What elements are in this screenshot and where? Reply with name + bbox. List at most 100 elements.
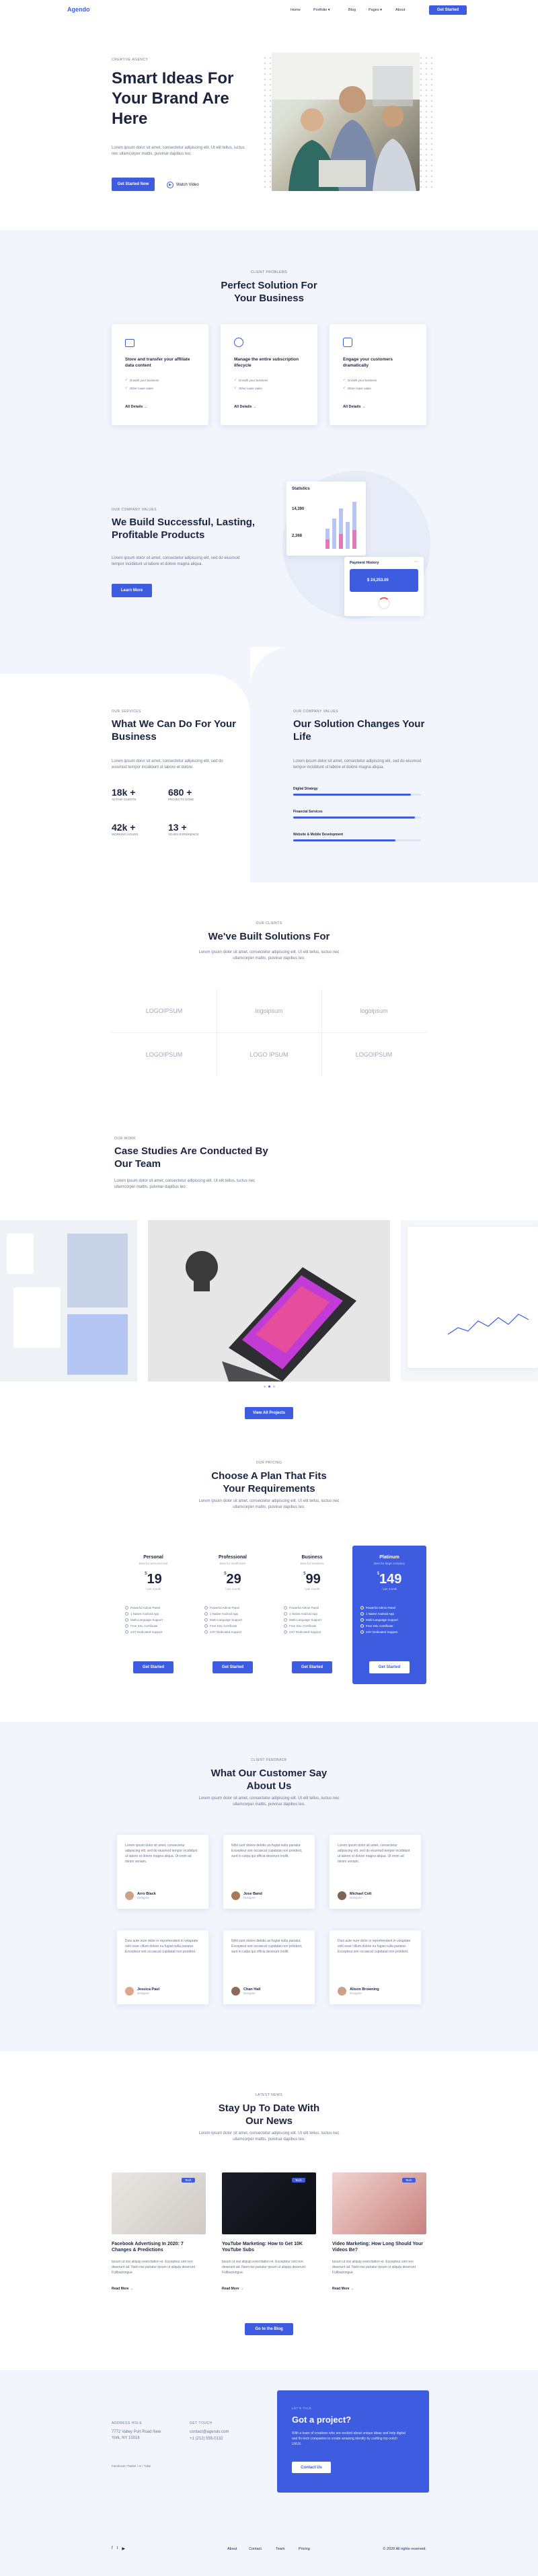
footer-link-contact[interactable]: Contact — [249, 2547, 262, 2551]
plan-feature-label: Multi-Language Support — [130, 1618, 163, 1622]
plan-feature-label: Powerful Admin Panel — [210, 1606, 240, 1609]
go-to-blog-button[interactable]: Go to the Blog — [245, 2323, 293, 2335]
check-circle-icon — [284, 1606, 287, 1609]
site-logo[interactable]: Agendo — [67, 6, 90, 13]
plan-feature-label: Multi-Language Support — [289, 1618, 322, 1622]
stat-label: YEARS EXPERIENCE — [168, 833, 199, 836]
skill-fill — [293, 839, 395, 841]
pricing-body: Lorem ipsum dolor sit amet, consectetur … — [198, 1499, 340, 1510]
testimonials-title: What Our Customer Say About Us — [210, 1768, 328, 1792]
read-more-link[interactable]: Read More → — [222, 2287, 243, 2291]
nav-link-blog[interactable]: Blog — [348, 8, 356, 12]
hero-watch-video-button[interactable]: ▶ Watch Video — [167, 182, 199, 188]
news-card[interactable]: Tech Facebook Advertising In 2020: 7 Cha… — [112, 2172, 206, 2307]
news-card[interactable]: Tech YouTube Marketing: How to Get 10K Y… — [222, 2172, 316, 2307]
plan-period: / per month — [145, 1587, 161, 1591]
products-learn-more-button[interactable]: Learn More — [112, 584, 152, 597]
solution-card-link[interactable]: All Details → — [125, 405, 148, 409]
facebook-icon[interactable]: f — [112, 2546, 113, 2551]
whatwedo-pretitle: OUR SERVICES — [112, 710, 141, 714]
footer-phone[interactable]: +1 (212) 555-0132 — [190, 2436, 223, 2442]
footer-link-pricing[interactable]: Pricing — [299, 2547, 310, 2551]
solution-card-title: Manage the entire subscription lifecycle — [234, 357, 299, 369]
carousel-dot[interactable] — [273, 1386, 275, 1388]
plan-feature: Multi-Language Support — [284, 1618, 321, 1622]
case-slide-center[interactable] — [148, 1220, 390, 1381]
footer-contact-label: GET TOUCH — [190, 2421, 213, 2425]
arrow-right-icon: → — [144, 405, 148, 409]
plan-feature-label: Multi-Language Support — [366, 1618, 399, 1622]
plan-get-started-button[interactable]: Get Started — [369, 1661, 410, 1673]
solution-card-link[interactable]: All Details → — [234, 405, 257, 409]
lifecycle-icon — [234, 338, 243, 347]
solution-card-item: ✓ Other lower sales — [125, 386, 153, 390]
avatar — [125, 1891, 134, 1900]
testimonial-card: Lorem ipsum dolor sit amet, consectetur … — [117, 1835, 208, 1909]
hero-body: Lorem ipsum dolor sit amet, consectetur … — [112, 146, 245, 157]
cases-title: Case Studies Are Conducted By Our Team — [114, 1145, 268, 1170]
payment-amount: $ 24,253.00 — [367, 578, 389, 582]
footer-link-about[interactable]: About — [227, 2547, 237, 2551]
plan-get-started-button[interactable]: Get Started — [133, 1661, 174, 1673]
check-circle-icon — [360, 1606, 364, 1609]
plan-feature: 24/7 Dedicated Support — [204, 1630, 242, 1634]
solution-card-link[interactable]: All Details → — [343, 405, 366, 409]
solution-card-item-label: Other lower sales — [129, 386, 153, 390]
nav-link-about[interactable]: About — [395, 8, 405, 12]
hero-section: CREATIVE AGENCY Smart Ideas For Your Bra… — [0, 20, 538, 230]
solution-card-item-label: Other lower sales — [238, 386, 262, 390]
skill-track — [293, 794, 421, 796]
plan-subtitle: Best for personal use — [139, 1562, 168, 1565]
news-card[interactable]: Tech Video Marketing: How Long Should Yo… — [332, 2172, 426, 2307]
plan-get-started-button[interactable]: Get Started — [213, 1661, 253, 1673]
read-more-link[interactable]: Read More → — [112, 2287, 133, 2291]
footer-link-team[interactable]: Team — [276, 2547, 284, 2551]
whatwedo-body: Lorem ipsum dolor sit amet, consectetur … — [112, 759, 223, 770]
plan-period: / per month — [304, 1587, 320, 1591]
plan-feature-label: Powerful Admin Panel — [130, 1606, 161, 1609]
case-dashboard-chart — [448, 1314, 529, 1335]
read-more-label: Read More — [112, 2287, 129, 2291]
carousel-dot[interactable] — [264, 1386, 266, 1388]
plan-feature-label: 1 Native Android App — [366, 1612, 395, 1616]
plan-feature: Powerful Admin Panel — [284, 1606, 321, 1609]
check-circle-icon — [284, 1624, 287, 1628]
hero-primary-button[interactable]: Get Started Now — [112, 178, 155, 191]
whatwedo-left-card — [0, 674, 250, 882]
whatwedo-right-card — [250, 674, 538, 882]
nav-link-home[interactable]: Home — [291, 8, 301, 12]
client-logo: LOGOIPSUM — [145, 1007, 183, 1014]
products-title: We Build Successful, Lasting, Profitable… — [112, 517, 256, 541]
solution-title: Perfect Solution For Your Business — [221, 280, 317, 304]
plan-feature: Multi-Language Support — [204, 1618, 242, 1622]
case-slide-right[interactable] — [401, 1220, 538, 1381]
footer-address: 7772 Valley Port Road New York, NY 10016 — [112, 2430, 161, 2441]
more-icon[interactable]: ⋯ — [414, 560, 418, 564]
cta-title: Got a project? — [292, 2415, 352, 2425]
skill-track — [293, 817, 421, 819]
news-tag: Tech — [182, 2178, 195, 2183]
carousel-dot-active[interactable] — [268, 1386, 270, 1388]
youtube-icon[interactable]: ▶ — [122, 2546, 125, 2551]
stat-number: 13 + — [168, 822, 187, 833]
stat-number: 42k + — [112, 822, 136, 833]
case-slide-left[interactable] — [0, 1220, 137, 1381]
solution-card-link-label: All Details — [125, 405, 143, 409]
nav-link-pages[interactable]: Pages ▾ — [369, 8, 382, 12]
arrow-right-icon: → — [362, 405, 366, 409]
plan-price: 99 — [305, 1572, 321, 1587]
read-more-link[interactable]: Read More → — [332, 2287, 354, 2291]
plan-get-started-button[interactable]: Get Started — [292, 1661, 332, 1673]
twitter-icon[interactable]: t — [117, 2546, 118, 2551]
nav-link-portfolio[interactable]: Portfolio ▾ — [313, 8, 330, 12]
footer-email[interactable]: contact@agendo.com — [190, 2429, 229, 2435]
testimonial-card: Nihil sunt dolore debitis an fugiat null… — [223, 1835, 315, 1909]
nav-get-started-button[interactable]: Get Started — [429, 5, 467, 15]
check-circle-icon — [125, 1630, 128, 1634]
plan-feature: Powerful Admin Panel — [125, 1606, 163, 1609]
testimonial-role: Designer — [243, 1992, 256, 1995]
client-logo: LOGOIPSUM — [355, 1051, 393, 1058]
contact-us-button[interactable]: Contact Us — [292, 2462, 331, 2473]
view-all-projects-button[interactable]: View All Projects — [245, 1407, 293, 1419]
plan-name: Platinum — [379, 1555, 399, 1560]
